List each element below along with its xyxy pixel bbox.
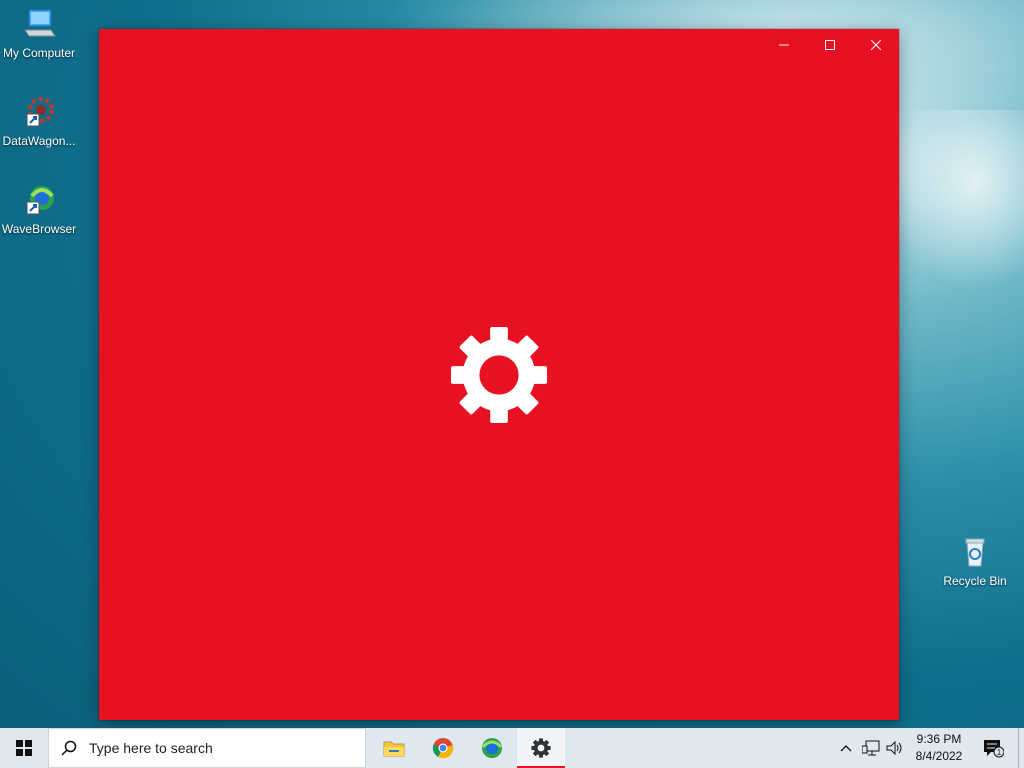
taskbar-settings[interactable] (517, 728, 565, 768)
clock-time: 9:36 PM (916, 732, 962, 746)
minimize-button[interactable] (761, 29, 807, 61)
wavebrowser-icon (21, 182, 57, 218)
desktop-icon-wavebrowser[interactable]: WaveBrowser (0, 182, 79, 236)
volume-icon (886, 740, 902, 756)
taskbar: Type here to search 9:36 PM 8/4/2022 1 (0, 728, 1024, 768)
window-caption-buttons (761, 29, 899, 61)
close-button[interactable] (853, 29, 899, 61)
notification-count: 1 (997, 748, 1002, 757)
desktop-icon-label: My Computer (2, 46, 76, 60)
network-icon (862, 740, 880, 756)
clock-date: 8/4/2022 (915, 749, 963, 763)
maximize-icon (825, 40, 835, 50)
minimize-icon (779, 44, 789, 46)
action-center-button[interactable]: 1 (978, 728, 1008, 768)
taskbar-wavebrowser[interactable] (468, 728, 516, 768)
taskbar-clock[interactable]: 9:36 PM 8/4/2022 (905, 731, 973, 765)
taskbar-search-box[interactable]: Type here to search (48, 728, 366, 768)
desktop-icon-label: Recycle Bin (943, 574, 1007, 588)
close-icon (871, 40, 881, 50)
desktop-icon-label: WaveBrowser (1, 222, 77, 236)
chevron-up-icon (840, 745, 852, 752)
maximize-button[interactable] (807, 29, 853, 61)
desktop-icon-my-computer[interactable]: My Computer (0, 6, 79, 60)
volume-tray-button[interactable] (884, 728, 906, 768)
chrome-icon (432, 738, 454, 759)
my-computer-icon (21, 6, 57, 42)
start-button[interactable] (0, 728, 48, 768)
desktop-icon-recycle-bin[interactable]: Recycle Bin (935, 534, 1015, 588)
wallpaper-highlight (880, 110, 1024, 290)
search-placeholder: Type here to search (89, 740, 213, 756)
datawagon-icon (21, 94, 57, 130)
recycle-bin-icon (957, 534, 993, 570)
taskbar-chrome[interactable] (419, 728, 467, 768)
network-tray-button[interactable] (859, 728, 883, 768)
taskbar-file-explorer[interactable] (370, 728, 418, 768)
show-desktop-button[interactable] (1018, 728, 1019, 768)
search-icon (49, 740, 89, 756)
windows-logo-icon (16, 740, 32, 756)
desktop-icon-label: DataWagon... (2, 134, 76, 148)
desktop-icon-datawagon[interactable]: DataWagon... (0, 94, 79, 148)
show-hidden-icons-button[interactable] (836, 728, 856, 768)
gear-icon (531, 738, 551, 758)
gear-icon (450, 326, 548, 424)
wavebrowser-icon (481, 738, 503, 758)
settings-window (99, 29, 899, 720)
notification-icon: 1 (984, 740, 1004, 758)
folder-icon (383, 741, 405, 757)
